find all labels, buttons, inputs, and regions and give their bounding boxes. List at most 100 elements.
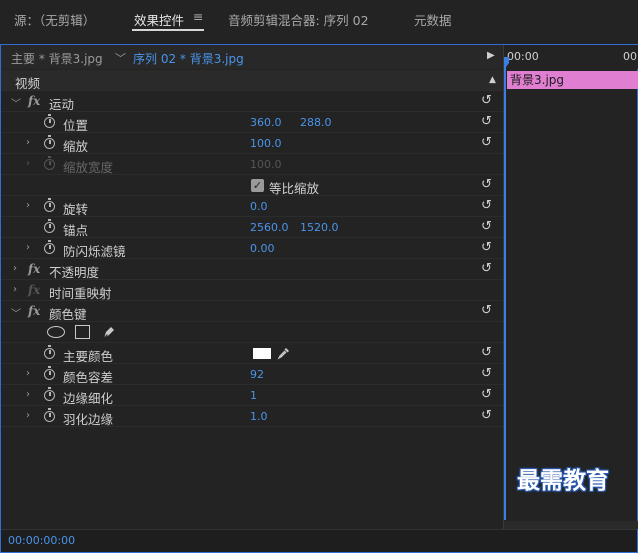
fx-icon[interactable]: fx xyxy=(28,94,40,108)
anchor-x-value[interactable]: 2560.0 xyxy=(250,221,289,234)
chevron-right-icon[interactable]: › xyxy=(26,137,30,148)
tab-source[interactable]: 源：（无剪辑） xyxy=(14,10,95,29)
chevron-right-icon[interactable]: › xyxy=(13,263,17,274)
param-color-tolerance: › 颜色容差 92 ↺ xyxy=(1,364,503,385)
param-scale-width-label: 缩放宽度 xyxy=(63,160,114,175)
reset-icon[interactable]: ↺ xyxy=(481,136,495,150)
param-key-color: 主要颜色 ↺ xyxy=(1,343,503,364)
eyedropper-icon[interactable] xyxy=(277,346,291,360)
chevron-right-icon[interactable]: › xyxy=(26,242,30,253)
reset-icon[interactable]: ↺ xyxy=(481,199,495,213)
stopwatch-icon[interactable] xyxy=(44,345,55,359)
param-scale-width: › 缩放宽度 100.0 xyxy=(1,154,503,175)
param-position-label: 位置 xyxy=(63,118,89,133)
stopwatch-icon[interactable] xyxy=(44,114,55,128)
reset-icon[interactable]: ↺ xyxy=(481,388,495,402)
param-color-tolerance-label: 颜色容差 xyxy=(63,370,114,385)
tab-effect-controls[interactable]: 效果控件 xyxy=(134,10,184,29)
param-position: 位置 360.0 288.0 ↺ xyxy=(1,112,503,133)
reset-icon[interactable]: ↺ xyxy=(481,304,495,318)
param-rotation: › 旋转 0.0 ↺ xyxy=(1,196,503,217)
uniform-scale-label: 等比缩放 xyxy=(269,181,320,196)
tab-menu-icon[interactable]: ≡ xyxy=(193,9,203,24)
video-section-header: 视频 ▲ xyxy=(1,70,503,91)
tab-metadata[interactable]: 元数据 xyxy=(414,10,452,29)
fx-icon[interactable]: fx xyxy=(28,304,40,318)
effect-color-key[interactable]: ﹀ fx 颜色键 ↺ xyxy=(1,301,503,322)
position-x-value[interactable]: 360.0 xyxy=(250,116,282,129)
stopwatch-icon[interactable] xyxy=(44,366,55,380)
chevron-down-icon[interactable]: ﹀ xyxy=(11,305,21,320)
param-edge-thin: › 边缘细化 1 ↺ xyxy=(1,385,503,406)
reset-icon[interactable]: ↺ xyxy=(481,346,495,360)
playhead-line[interactable] xyxy=(504,65,506,520)
reset-icon[interactable]: ↺ xyxy=(481,262,495,276)
param-rotation-label: 旋转 xyxy=(63,202,89,217)
stopwatch-icon[interactable] xyxy=(44,198,55,212)
current-timecode[interactable]: 00:00:00:00 xyxy=(8,534,75,547)
color-tolerance-value[interactable]: 92 xyxy=(250,368,264,381)
stopwatch-icon[interactable] xyxy=(44,408,55,422)
sequence-clip-label[interactable]: 序列 02 * 背景3.jpg xyxy=(133,50,244,67)
reset-icon[interactable]: ↺ xyxy=(481,241,495,255)
reset-icon[interactable]: ↺ xyxy=(481,94,495,108)
fx-icon: fx xyxy=(28,283,41,297)
effect-time-remap[interactable]: › fx 时间重映射 xyxy=(1,280,503,301)
panel-tab-bar: 源：（无剪辑） 效果控件 ≡ 音频剪辑混合器: 序列 02 元数据 xyxy=(0,0,638,38)
chevron-down-icon[interactable]: ﹀ xyxy=(11,95,21,110)
clip-header: 主要 * 背景3.jpg ﹀ 序列 02 * 背景3.jpg ▶ xyxy=(1,45,503,69)
effect-motion[interactable]: ﹀ fx 运动 ↺ xyxy=(1,91,503,112)
panel-footer: 00:00:00:00 xyxy=(1,529,637,552)
param-scale: › 缩放 100.0 ↺ xyxy=(1,133,503,154)
pen-mask-icon[interactable] xyxy=(101,324,117,340)
tab-audio-clip-mixer[interactable]: 音频剪辑混合器: 序列 02 xyxy=(228,10,369,29)
rotation-value[interactable]: 0.0 xyxy=(250,200,268,213)
watermark-text: 最需教育 xyxy=(517,467,609,494)
anti-flicker-value[interactable]: 0.00 xyxy=(250,242,275,255)
ellipse-mask-icon[interactable] xyxy=(47,326,65,338)
rectangle-mask-icon[interactable] xyxy=(75,325,90,339)
effect-opacity[interactable]: › fx 不透明度 ↺ xyxy=(1,259,503,280)
timeline-clip[interactable]: 背景3.jpg xyxy=(507,71,638,89)
stopwatch-icon[interactable] xyxy=(44,240,55,254)
param-uniform-scale: ✓ 等比缩放 ↺ xyxy=(1,175,503,196)
effect-opacity-label: 不透明度 xyxy=(49,265,100,280)
key-color-swatch[interactable] xyxy=(253,348,271,359)
effect-time-remap-label: 时间重映射 xyxy=(49,286,112,301)
reset-icon[interactable]: ↺ xyxy=(481,115,495,129)
ruler-timecode-start: 00:00 xyxy=(507,50,539,63)
param-anti-flicker-label: 防闪烁滤镜 xyxy=(63,244,126,259)
reset-icon[interactable]: ↺ xyxy=(481,409,495,423)
chevron-right-icon[interactable]: › xyxy=(26,368,30,379)
anchor-y-value[interactable]: 1520.0 xyxy=(300,221,339,234)
panel-divider[interactable] xyxy=(503,45,504,529)
chevron-down-icon[interactable]: ﹀ xyxy=(115,50,126,66)
show-timeline-arrow-icon[interactable]: ▶ xyxy=(487,50,495,61)
position-y-value[interactable]: 288.0 xyxy=(300,116,332,129)
stopwatch-icon[interactable] xyxy=(44,135,55,149)
feather-edge-value[interactable]: 1.0 xyxy=(250,410,268,423)
edge-thin-value[interactable]: 1 xyxy=(250,389,257,402)
reset-icon[interactable]: ↺ xyxy=(481,367,495,381)
param-anchor: 锚点 2560.0 1520.0 ↺ xyxy=(1,217,503,238)
chevron-right-icon: › xyxy=(26,158,30,169)
watermark-logo: 最需教育 xyxy=(505,460,635,494)
scale-value[interactable]: 100.0 xyxy=(250,137,282,150)
chevron-right-icon[interactable]: › xyxy=(26,200,30,211)
mask-tools-row xyxy=(1,322,503,343)
param-key-color-label: 主要颜色 xyxy=(63,349,114,364)
fx-icon[interactable]: fx xyxy=(28,262,40,276)
reset-icon[interactable]: ↺ xyxy=(481,220,495,234)
chevron-right-icon[interactable]: › xyxy=(26,389,30,400)
timeline-scrollbar[interactable] xyxy=(504,521,638,529)
master-clip-label[interactable]: 主要 * 背景3.jpg xyxy=(11,50,103,67)
uniform-scale-checkbox[interactable]: ✓ xyxy=(251,179,264,192)
chevron-right-icon[interactable]: › xyxy=(13,284,17,295)
active-tab-underline xyxy=(132,29,204,31)
stopwatch-icon[interactable] xyxy=(44,387,55,401)
collapse-arrow-icon[interactable]: ▲ xyxy=(489,75,496,85)
chevron-right-icon[interactable]: › xyxy=(26,410,30,421)
reset-icon[interactable]: ↺ xyxy=(481,178,495,192)
param-feather-edge: › 羽化边缘 1.0 ↺ xyxy=(1,406,503,427)
stopwatch-icon[interactable] xyxy=(44,219,55,233)
